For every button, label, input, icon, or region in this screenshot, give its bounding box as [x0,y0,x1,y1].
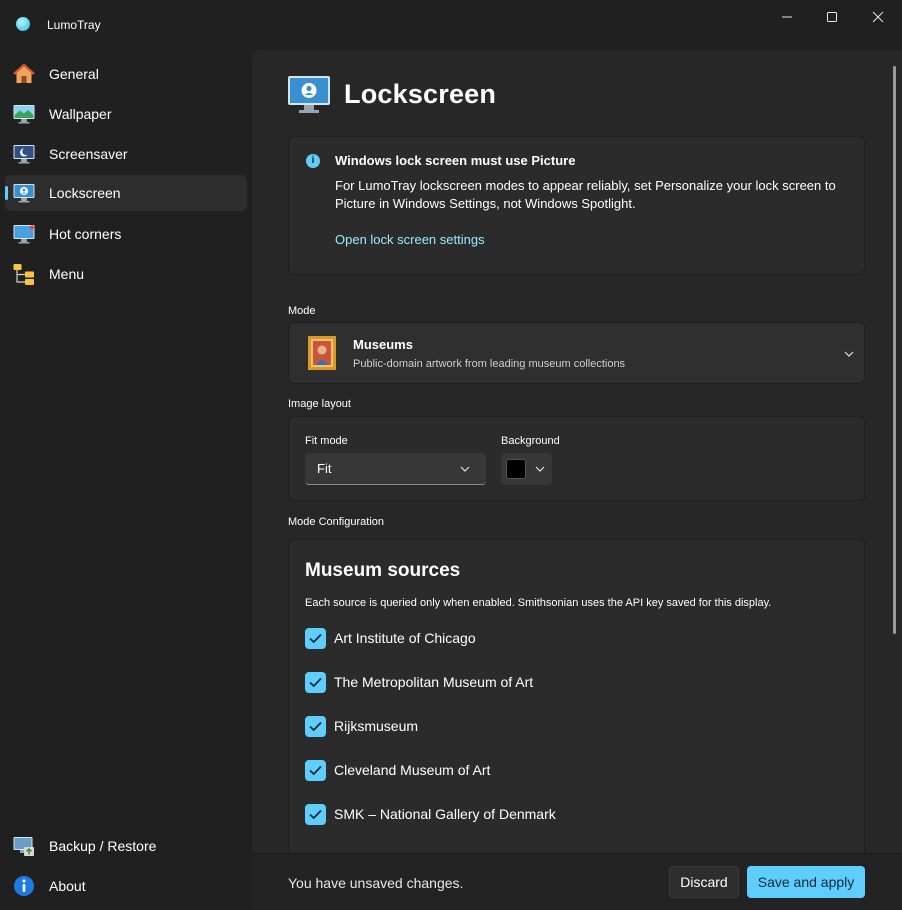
discard-button[interactable]: Discard [669,866,739,898]
sidebar-item-wallpaper[interactable]: Wallpaper [5,96,247,132]
sidebar-nav: General Wallpaper Screensaver Lockscreen… [0,50,252,910]
checkbox-checked[interactable] [305,716,326,737]
checkmark-icon [309,809,322,820]
sidebar-item-general[interactable]: General [5,56,247,92]
sidebar-item-label: Lockscreen [49,185,121,201]
sidebar-item-hot-corners[interactable]: Hot corners [5,216,247,252]
image-layout-card: Fit mode Fit Background [288,416,865,501]
checkmark-icon [309,633,322,644]
open-lock-screen-settings-link[interactable]: Open lock screen settings [335,232,485,247]
info-bar-title: Windows lock screen must use Picture [335,153,576,168]
info-bar-message: For LumoTray lockscreen modes to appear … [335,178,836,211]
sidebar-item-menu[interactable]: Menu [5,256,247,292]
background-label: Background [501,435,560,447]
page-title: Lockscreen [344,79,497,109]
mode-selected-description: Public-domain artwork from leading museu… [353,358,626,370]
landscape-monitor-icon [13,105,35,124]
sidebar-item-label: Hot corners [49,226,122,242]
app-title: LumoTray [47,18,101,32]
app-logo-icon [16,17,30,31]
museum-source-label: The Metropolitan Museum of Art [334,674,534,690]
home-icon [13,63,35,83]
museum-sources-title: Museum sources [305,560,461,581]
info-icon [14,876,34,896]
chevron-down-icon [460,466,470,472]
checkbox-checked[interactable] [305,628,326,649]
chevron-down-icon [535,466,545,472]
unsaved-status-text: You have unsaved changes. [288,875,464,891]
active-indicator [5,186,8,200]
sidebar-item-label: General [49,66,99,82]
title-bar: LumoTray [0,0,902,50]
sidebar-item-label: Backup / Restore [49,838,157,854]
mode-section-label: Mode [288,305,316,317]
museum-source-label: Rijksmuseum [334,718,419,734]
checkbox-checked[interactable] [305,760,326,781]
mode-selected-name: Museums [353,337,413,352]
sidebar-item-backup-restore[interactable]: Backup / Restore [5,828,247,864]
museum-sources-description: Each source is queried only when enabled… [305,597,772,609]
fit-mode-value: Fit [317,461,332,476]
checkbox-checked[interactable] [305,672,326,693]
museum-source-label: Cleveland Museum of Art [334,762,491,778]
minimize-icon [782,16,792,18]
checkmark-icon [309,765,322,776]
sidebar-item-label: About [49,878,86,894]
mode-dropdown[interactable]: Museums Public-domain artwork from leadi… [288,322,865,384]
close-button[interactable] [855,2,901,32]
fit-mode-dropdown[interactable]: Fit [305,453,486,485]
content-pane: Lockscreen i Windows lock screen must us… [252,50,902,853]
sidebar-item-label: Wallpaper [49,106,112,122]
sidebar-item-label: Screensaver [49,146,128,162]
maximize-button[interactable] [809,2,855,32]
sidebar-item-screensaver[interactable]: Screensaver [5,136,247,172]
save-and-apply-button[interactable]: Save and apply [747,866,865,898]
unsaved-changes-bar: You have unsaved changes. Discard Save a… [252,853,902,910]
user-monitor-icon [13,184,35,203]
content-scrollbar[interactable] [893,66,896,634]
museum-source-label: SMK – National Gallery of Denmark [334,806,556,822]
checkmark-icon [309,677,322,688]
backup-monitor-icon [13,837,34,856]
background-color-picker[interactable] [501,453,552,485]
info-bar: i Windows lock screen must use Picture F… [288,136,865,275]
chevron-down-icon [844,351,854,357]
user-monitor-icon [288,76,330,113]
image-layout-section-label: Image layout [288,398,351,410]
sidebar-item-about[interactable]: About [5,868,247,904]
mode-configuration-section-label: Mode Configuration [288,516,385,528]
minimize-button[interactable] [764,2,810,32]
checkmark-icon [309,721,322,732]
info-icon: i [306,154,320,168]
folder-tree-icon [13,264,34,285]
sidebar-item-label: Menu [49,266,85,282]
background-color-swatch [506,459,526,479]
mode-configuration-card: Museum sources Each source is queried on… [288,539,865,853]
checkbox-checked[interactable] [305,804,326,825]
framed-painting-icon [308,336,336,370]
sidebar-item-lockscreen[interactable]: Lockscreen [5,175,247,211]
museum-source-label: Art Institute of Chicago [334,630,476,646]
close-icon [872,11,884,23]
moon-monitor-icon [13,145,35,164]
maximize-icon [827,12,837,22]
fit-mode-label: Fit mode [305,435,348,447]
monitor-icon [13,225,35,244]
